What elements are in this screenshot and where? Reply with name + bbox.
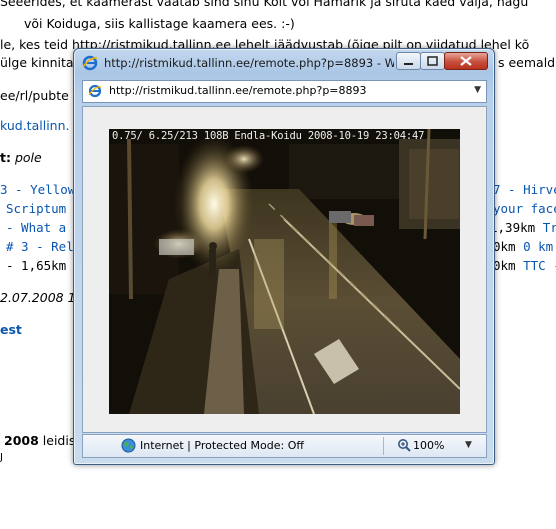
zoom-level[interactable]: 100% <box>413 439 444 452</box>
chevron-down-icon[interactable]: ▼ <box>465 440 472 450</box>
popup-window: http://ristmikud.tallinn.ee/remote.php?p… <box>73 48 495 465</box>
bg-link[interactable]: 3 - Yellow <box>0 182 75 197</box>
camera-image: 0.75/ 6.25/213 108B Endla-Koidu 2008-10-… <box>109 129 460 414</box>
camera-timestamp: 0.75/ 6.25/213 108B Endla-Koidu 2008-10-… <box>112 130 425 142</box>
bg-date: 2.07.2008 1 <box>0 290 76 305</box>
zoom-icon[interactable] <box>397 438 411 452</box>
bg-text: - 1,65km 1 <box>6 258 82 273</box>
bg-text: leidis <box>42 433 76 448</box>
address-bar[interactable]: http://ristmikud.tallinn.ee/remote.php?p… <box>82 80 487 103</box>
title-bar[interactable]: http://ristmikud.tallinn.ee/remote.php?p… <box>74 49 494 75</box>
bg-link[interactable]: kud.tallinn. <box>0 118 69 133</box>
status-divider <box>383 437 384 455</box>
maximize-icon <box>427 56 438 66</box>
status-bar: Internet | Protected Mode: Off 100% ▼ <box>82 434 487 458</box>
bg-link[interactable]: your face <box>493 201 556 216</box>
bg-link[interactable]: Scriptum - <box>6 201 81 216</box>
bg-label: t: <box>0 150 11 165</box>
bg-text-line: ee/rl/pubte <box>0 88 69 103</box>
bg-text: 0km <box>493 258 516 273</box>
ie-icon <box>82 55 98 71</box>
bg-year: 2008 <box>4 433 39 448</box>
bg-link[interactable]: 7 - Hirvep <box>493 182 556 197</box>
bg-text: J <box>0 452 3 463</box>
bg-value: pole <box>14 150 42 165</box>
camera-scene <box>109 129 460 414</box>
address-text[interactable]: http://ristmikud.tallinn.ee/remote.php?p… <box>109 84 367 97</box>
window-title: http://ristmikud.tallinn.ee/remote.php?p… <box>104 56 394 70</box>
bg-link[interactable]: Tr <box>543 220 556 235</box>
page-content: 0.75/ 6.25/213 108B Endla-Koidu 2008-10-… <box>82 106 487 433</box>
security-zone-text: Internet | Protected Mode: Off <box>140 439 304 452</box>
bg-text-line: Seeerides, et kaamerast vaatab sind sinu… <box>0 0 529 9</box>
bg-link[interactable]: # 3 - Rela <box>6 239 81 254</box>
bg-text-line: ülge kinnita <box>0 55 74 70</box>
bg-link[interactable]: - What a <box>6 220 66 235</box>
close-button[interactable] <box>444 52 488 70</box>
bg-text-line: või Koiduga, siis kallistage kaamera ees… <box>24 16 295 31</box>
page-icon <box>88 84 102 98</box>
globe-icon <box>121 438 136 453</box>
chevron-down-icon[interactable]: ▼ <box>474 85 481 95</box>
bg-link[interactable]: 0 km <box>523 239 553 254</box>
bg-text-line: s eemaldu <box>498 55 556 70</box>
close-icon <box>460 56 472 66</box>
bg-link[interactable]: est <box>0 322 22 337</box>
bg-link[interactable]: TTC - <box>523 258 556 273</box>
maximize-button[interactable] <box>420 52 445 70</box>
minimize-icon <box>404 63 413 65</box>
minimize-button[interactable] <box>396 52 421 70</box>
bg-text: 0km <box>493 239 516 254</box>
bg-text: 1,39km <box>490 220 536 235</box>
